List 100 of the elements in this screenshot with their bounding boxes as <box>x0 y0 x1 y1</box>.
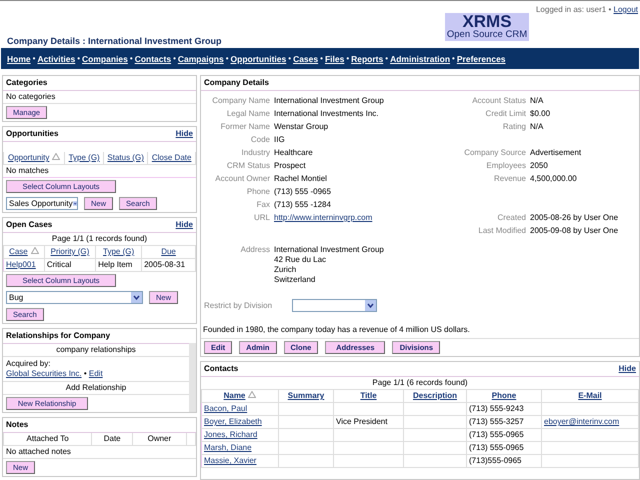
opportunity-type-select[interactable]: Sales Opportunity <box>6 197 78 210</box>
field-value: 2005-08-26 by User One <box>530 213 620 223</box>
field-label: URL <box>252 213 270 223</box>
column-header[interactable]: Case <box>4 246 44 258</box>
nav-separator: • <box>32 54 36 64</box>
address-line: Switzerland <box>274 275 316 285</box>
field-value: (713) 555 -1284 <box>274 200 332 210</box>
column-header[interactable]: Priority (G) <box>44 246 96 258</box>
column-header[interactable]: Description <box>404 390 466 402</box>
page-title: Company Details : International Investment Group <box>7 36 222 46</box>
nav-link[interactable]: Home <box>7 54 31 64</box>
column-header[interactable]: Summary <box>278 390 334 402</box>
panel-title: Relationships for Company <box>6 331 110 341</box>
company-description: Founded in 1980, the company today has a revenue of 4 million US dollars. <box>201 322 639 339</box>
column-header[interactable]: Opportunity <box>4 152 65 164</box>
field-label: Former Name <box>220 122 270 132</box>
separator: • <box>608 5 612 14</box>
column-header[interactable]: Phone <box>466 390 542 402</box>
column-header: Owner <box>132 433 186 446</box>
column-header[interactable]: Close Date <box>148 152 196 164</box>
nav-separator: • <box>77 54 80 64</box>
nav-link[interactable]: Contacts <box>134 54 172 64</box>
field-label: Account Status <box>471 96 526 106</box>
field-value: Rachel Montiel <box>274 174 328 184</box>
sort-icon <box>52 153 60 160</box>
nav-link[interactable]: Preferences <box>456 54 506 64</box>
field-label: Industry <box>240 148 270 158</box>
field-value: 2005-09-08 by User One <box>530 226 620 236</box>
scrollbar[interactable] <box>189 343 196 412</box>
division-select[interactable] <box>292 299 378 312</box>
hide-link[interactable]: Hide <box>618 364 636 374</box>
column-header[interactable]: Name <box>202 390 278 402</box>
field-label: Credit Limit <box>484 109 526 119</box>
column-header: Date <box>92 433 133 446</box>
field-label: Last Modified <box>477 226 526 236</box>
table-cell: (713)555-0965 <box>469 456 522 465</box>
table-cell: (713) 555-0965 <box>469 430 524 439</box>
nav-link[interactable]: Activities <box>37 54 76 64</box>
nav-separator: • <box>320 54 323 64</box>
nav-link[interactable]: Administration <box>390 54 450 64</box>
nav-link[interactable]: Campaigns <box>178 54 224 64</box>
nav-separator: • <box>346 54 350 64</box>
table-cell: Vice President <box>336 417 388 426</box>
nav-separator: • <box>452 54 455 64</box>
field-value: Advertisement <box>530 148 582 158</box>
panel-title: Opportunities <box>6 129 58 139</box>
nav-separator: • <box>288 54 292 64</box>
company-link[interactable]: Global Securities Inc. <box>6 369 82 378</box>
panel-title: Categories <box>6 78 48 88</box>
field-value: 4,500,000.00 <box>530 174 578 184</box>
address-line: Zurich <box>274 265 298 275</box>
nav-link[interactable]: Cases <box>293 54 318 64</box>
nav-link[interactable]: Files <box>324 54 344 64</box>
relationship-label: Acquired by: <box>6 359 50 368</box>
nav-link[interactable]: Companies <box>82 54 128 64</box>
empty-message: No categories <box>3 91 196 104</box>
edit-link[interactable]: Edit <box>88 369 103 378</box>
pager-text: Page 1/1 (1 records found) <box>3 233 196 246</box>
empty-message: No attached notes <box>3 446 196 459</box>
field-label: CRM Status <box>226 161 270 171</box>
nav-link[interactable]: Opportunities <box>230 54 286 64</box>
column-header[interactable]: Due <box>142 246 196 258</box>
sort-icon <box>248 391 256 398</box>
field-value: Prospect <box>274 161 307 171</box>
nav-separator: • <box>385 54 388 64</box>
field-label: Revenue <box>492 174 526 184</box>
column-header[interactable]: Status (G) <box>103 152 148 164</box>
panel-title: Contacts <box>204 364 238 374</box>
column-header[interactable]: E-Mail <box>542 390 638 402</box>
sort-icon <box>30 247 39 254</box>
separator: • <box>84 369 87 378</box>
table-cell: (713) 555-9243 <box>469 404 524 413</box>
empty-message: No matches <box>3 165 196 178</box>
field-value: N/A <box>530 96 544 106</box>
table-cell: 2005-08-31 <box>144 260 186 269</box>
nav-link[interactable]: Reports <box>351 54 384 64</box>
table-cell: Critical <box>46 260 72 269</box>
field-label: Company Source <box>463 148 526 158</box>
url-link[interactable]: http://www.interninvgrp.com <box>274 213 372 222</box>
column-header[interactable]: Type (G) <box>96 246 142 258</box>
table-cell: (713) 555-3257 <box>469 417 524 426</box>
hide-link[interactable]: Hide <box>176 129 193 139</box>
case-type-select[interactable]: Bug <box>6 291 143 304</box>
table-cell: (713) 555-0965 <box>469 443 524 452</box>
field-label: Employees <box>485 161 526 171</box>
hide-link[interactable]: Hide <box>176 220 193 230</box>
field-value: IIG <box>274 135 286 145</box>
field-value: (713) 555 -0965 <box>274 187 332 197</box>
field-label: Legal Name <box>226 109 270 119</box>
column-header[interactable]: Type (G) <box>64 152 104 164</box>
field-label: Code <box>250 135 270 145</box>
field-value: Healthcare <box>274 148 314 158</box>
field-value: N/A <box>530 122 544 132</box>
logout-link[interactable]: Logout <box>614 5 638 14</box>
field-label: Account Owner <box>214 174 270 184</box>
field-label: Created <box>496 213 526 223</box>
table-cell: Help Item <box>98 260 132 269</box>
panel-title: Open Cases <box>6 220 52 230</box>
column-header[interactable]: Title <box>334 390 404 402</box>
field-label: Restrict by Division <box>204 300 272 310</box>
